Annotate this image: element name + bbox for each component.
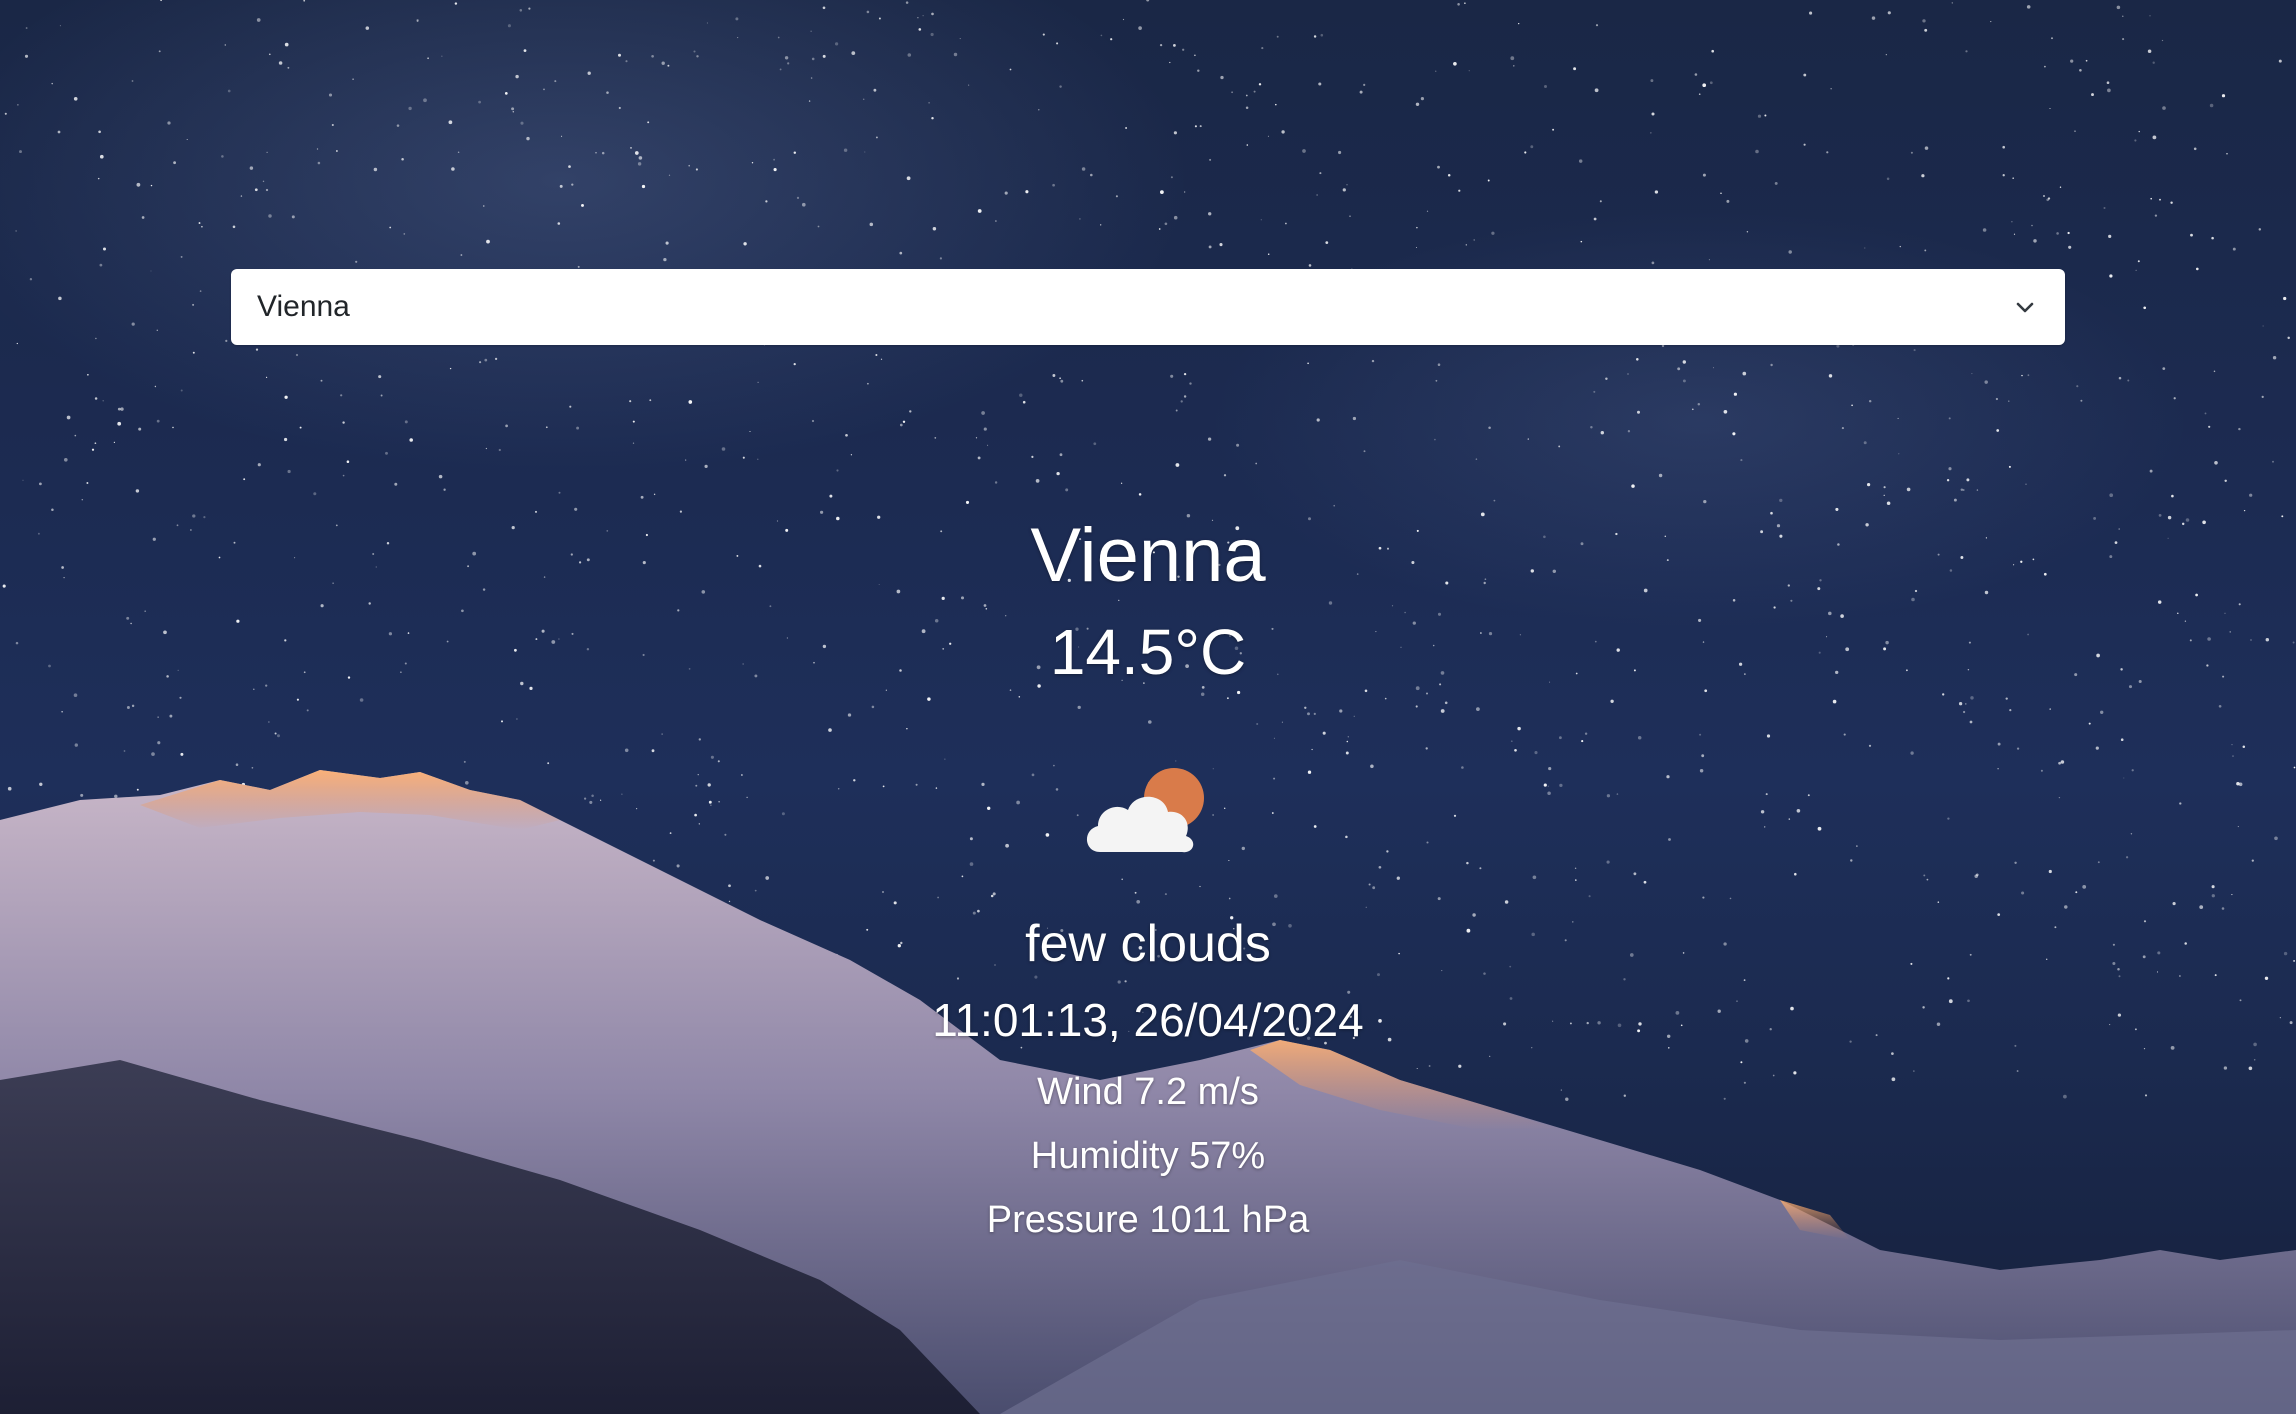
- city-select[interactable]: Vienna: [231, 269, 2065, 345]
- wind-speed: Wind 7.2 m/s: [1037, 1071, 1259, 1113]
- few-clouds-day-icon: [1086, 768, 1204, 853]
- pressure: Pressure 1011 hPa: [986, 1199, 1310, 1241]
- weather-app-page: Vienna Vienna 14.5°C few clouds 11:01:13…: [0, 0, 2296, 1414]
- weather-description: few clouds: [1025, 915, 1271, 973]
- humidity: Humidity 57%: [1030, 1135, 1266, 1177]
- temperature: 14.5°C: [1049, 616, 1247, 688]
- datetime: 11:01:13, 26/04/2024: [932, 994, 1364, 1046]
- city-select-value: Vienna: [257, 290, 350, 323]
- city-name: Vienna: [1030, 513, 1266, 598]
- chevron-down-icon: [2011, 293, 2039, 321]
